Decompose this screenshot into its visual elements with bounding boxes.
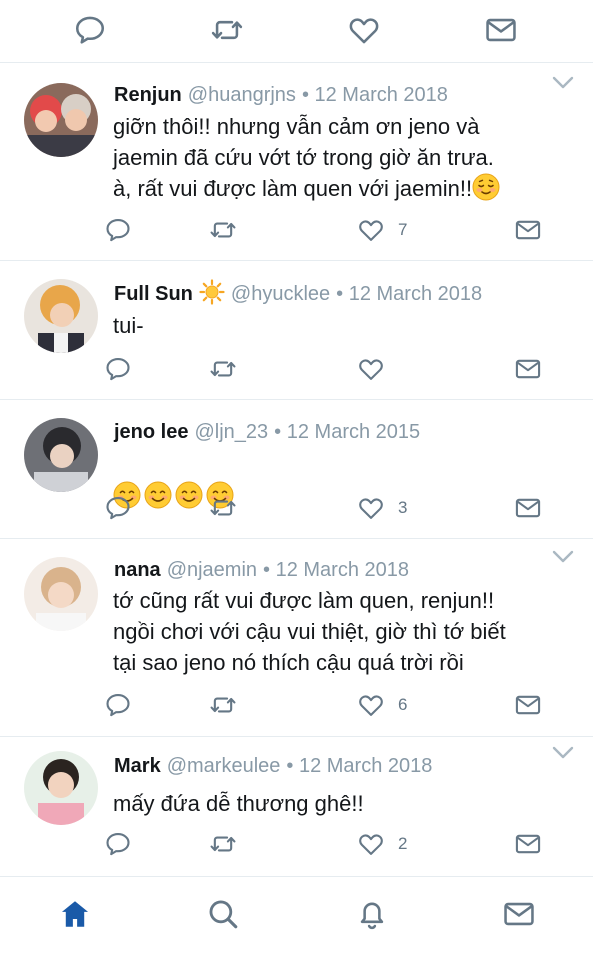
timestamp[interactable]: • 12 March 2018 — [302, 84, 448, 106]
display-name[interactable]: Renjun — [114, 84, 182, 106]
handle[interactable]: @markeulee — [167, 755, 281, 777]
tweet-text-line: ngồi chơi với cậu vui thiệt, giờ thì tớ … — [113, 619, 506, 644]
tweet-text-line: giỡn thôi!! nhưng vẫn cảm ơn jeno và — [113, 114, 480, 139]
reply-icon[interactable] — [104, 691, 132, 719]
reply-icon[interactable] — [104, 216, 132, 244]
reply-icon[interactable] — [73, 13, 107, 47]
tweet[interactable]: jeno lee @ljn_23 • 12 March 2015 3 — [0, 400, 593, 539]
avatar[interactable] — [24, 279, 98, 353]
tweet-text: tui- — [113, 310, 144, 341]
relieved-face-emoji — [472, 173, 500, 201]
timestamp[interactable]: • 12 March 2018 — [286, 755, 432, 777]
like-icon[interactable] — [357, 355, 385, 383]
retweet-icon[interactable] — [209, 494, 237, 522]
notifications-icon[interactable] — [355, 897, 389, 931]
timestamp[interactable]: • 12 March 2015 — [274, 421, 420, 443]
avatar[interactable] — [24, 751, 98, 825]
like-icon[interactable] — [357, 216, 385, 244]
tweet-actions: 2 — [0, 830, 593, 860]
display-name[interactable]: nana — [114, 559, 161, 581]
like-icon[interactable] — [357, 494, 385, 522]
timestamp[interactable]: • 12 March 2018 — [263, 559, 409, 581]
bottom-nav — [0, 876, 593, 953]
chevron-down-icon[interactable] — [552, 550, 574, 564]
message-icon[interactable] — [514, 216, 542, 244]
like-icon[interactable] — [357, 691, 385, 719]
tweet-text: mấy đứa dễ thương ghê!! — [113, 788, 364, 819]
search-icon[interactable] — [206, 897, 240, 931]
retweet-icon[interactable] — [209, 355, 237, 383]
retweet-icon[interactable] — [210, 13, 244, 47]
chevron-down-icon[interactable] — [552, 746, 574, 760]
handle[interactable]: @huangrjns — [188, 84, 296, 106]
tweet-text: tớ cũng rất vui được làm quen, renjun!! … — [113, 585, 506, 678]
tweet[interactable]: Mark @markeulee • 12 March 2018 mấy đứa dễ… — [0, 737, 593, 875]
message-icon[interactable] — [514, 691, 542, 719]
tweet-text-line: tớ cũng rất vui được làm quen, renjun!! — [113, 588, 495, 613]
tweet-actions: 3 — [0, 494, 593, 524]
retweet-icon[interactable] — [209, 216, 237, 244]
like-icon[interactable] — [357, 830, 385, 858]
tweet[interactable]: Renjun @huangrjns • 12 March 2018 giỡn thô… — [0, 63, 593, 261]
top-action-bar — [0, 0, 593, 63]
tweet-text-line: mấy đứa dễ thương ghê!! — [113, 791, 364, 816]
message-icon[interactable] — [514, 830, 542, 858]
like-icon[interactable] — [347, 13, 381, 47]
like-count: 3 — [398, 498, 408, 517]
tweet[interactable]: nana @njaemin • 12 March 2018 tớ cũng rất … — [0, 539, 593, 737]
handle[interactable]: @hyucklee — [231, 283, 330, 305]
retweet-icon[interactable] — [209, 691, 237, 719]
like-count: 7 — [398, 220, 408, 239]
avatar[interactable] — [24, 557, 98, 631]
messages-icon[interactable] — [502, 897, 536, 931]
tweet-text-line: tui- — [113, 313, 144, 338]
retweet-icon[interactable] — [209, 830, 237, 858]
tweet-actions: 7 — [0, 216, 593, 246]
display-name[interactable]: Full Sun — [114, 283, 193, 305]
like-count: 2 — [398, 834, 408, 853]
message-icon[interactable] — [484, 13, 518, 47]
handle[interactable]: @njaemin — [167, 559, 257, 581]
tweet-actions: 6 — [0, 691, 593, 721]
tweet-actions — [0, 355, 593, 385]
tweet-text-line: à, rất vui được làm quen với jaemin!! — [113, 176, 473, 201]
message-icon[interactable] — [514, 355, 542, 383]
tweet[interactable]: Full Sun @hyucklee • 12 March 2018 tui- — [0, 261, 593, 400]
tweet-text: giỡn thôi!! nhưng vẫn cảm ơn jeno và jae… — [113, 111, 503, 204]
like-count: 6 — [398, 695, 408, 714]
tweet-text-line: tại sao jeno nó thích cậu quá trời rồi — [113, 650, 464, 675]
chevron-down-icon[interactable] — [552, 76, 574, 90]
sun-emoji — [199, 279, 225, 305]
home-icon[interactable] — [58, 897, 92, 931]
display-name[interactable]: Mark — [114, 755, 161, 777]
tweet-text-line: jaemin đã cứu vớt tớ trong giờ ăn trưa. — [113, 145, 494, 170]
message-icon[interactable] — [514, 494, 542, 522]
avatar[interactable] — [24, 418, 98, 492]
avatar[interactable] — [24, 83, 98, 157]
handle[interactable]: @ljn_23 — [194, 421, 268, 443]
reply-icon[interactable] — [104, 830, 132, 858]
display-name[interactable]: jeno lee — [114, 421, 188, 443]
reply-icon[interactable] — [104, 355, 132, 383]
timestamp[interactable]: • 12 March 2018 — [336, 283, 482, 305]
reply-icon[interactable] — [104, 494, 132, 522]
